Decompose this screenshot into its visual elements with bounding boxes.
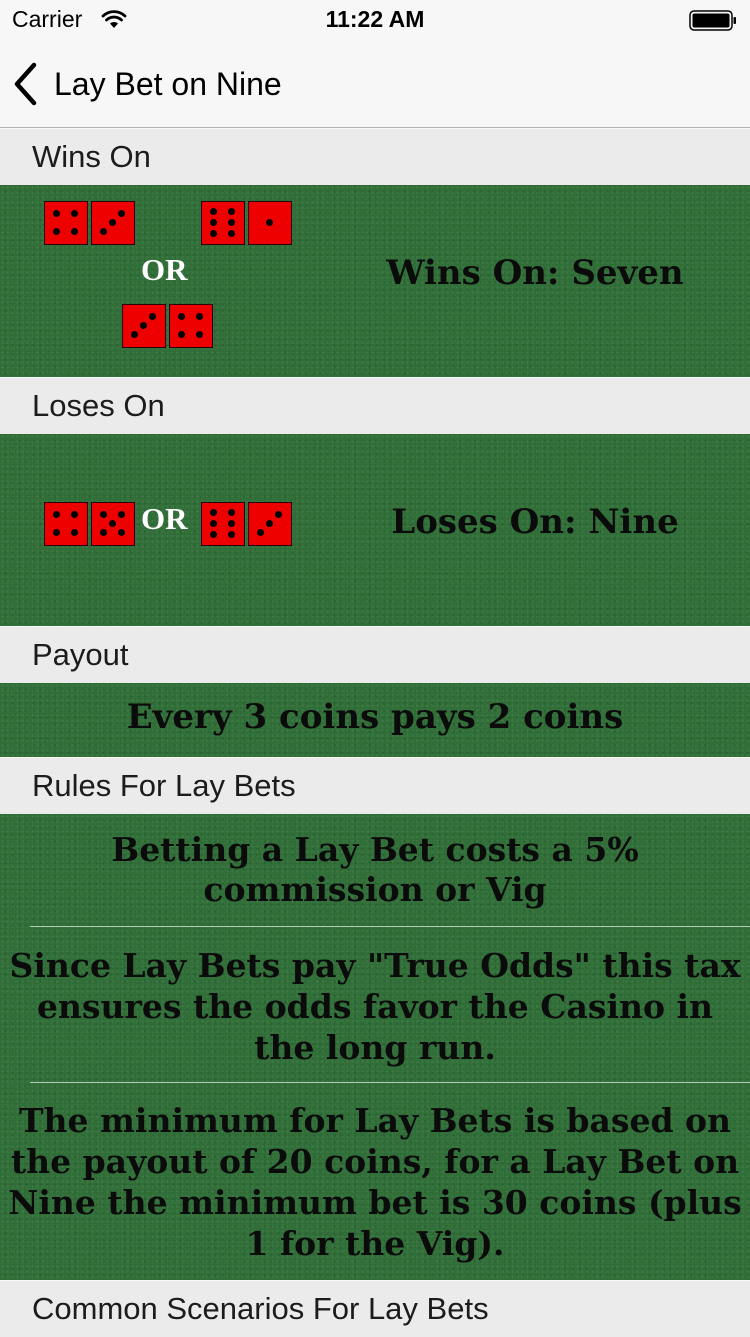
or-label: OR bbox=[141, 252, 188, 287]
die-pip bbox=[228, 531, 236, 539]
die-pip bbox=[256, 529, 264, 537]
die-pip bbox=[71, 510, 79, 518]
die-pip bbox=[209, 207, 217, 215]
rules-panel: Betting a Lay Bet costs a 5% commission … bbox=[0, 814, 750, 1280]
die-pip bbox=[275, 510, 283, 518]
die-face-4 bbox=[44, 502, 88, 546]
status-time: 11:22 AM bbox=[325, 6, 425, 32]
die-pip bbox=[149, 312, 157, 320]
page-title: Lay Bet on Nine bbox=[54, 65, 282, 102]
die-pip bbox=[52, 529, 60, 537]
die-pip bbox=[99, 510, 107, 518]
die-face-6 bbox=[201, 201, 245, 245]
die-pip bbox=[71, 209, 79, 217]
navigation-bar: Lay Bet on Nine bbox=[0, 40, 750, 128]
die-pip bbox=[52, 209, 60, 217]
die-pip bbox=[118, 510, 126, 518]
die-pip bbox=[209, 508, 217, 516]
die-pip bbox=[109, 219, 116, 226]
die-pip bbox=[228, 207, 236, 215]
section-header-loses-on: Loses On bbox=[0, 378, 750, 434]
section-header-common-scenarios: Common Scenarios For Lay Bets bbox=[0, 1281, 750, 1337]
loses-on-panel: OR Loses On: Nine bbox=[0, 434, 750, 626]
battery-icon bbox=[689, 10, 736, 31]
die-pip bbox=[196, 331, 204, 339]
die-pip bbox=[118, 529, 126, 537]
die-pip bbox=[228, 230, 236, 238]
die-pip bbox=[71, 529, 79, 537]
die-face-4 bbox=[169, 304, 213, 348]
payout-text: Every 3 coins pays 2 coins bbox=[126, 697, 624, 737]
die-pip bbox=[266, 520, 273, 527]
loses-on-result: Loses On: Nine bbox=[391, 502, 679, 542]
rule-divider bbox=[30, 1082, 750, 1083]
or-label: OR bbox=[141, 501, 188, 536]
die-face-3 bbox=[122, 304, 166, 348]
die-pip bbox=[228, 520, 236, 527]
die-pip bbox=[130, 331, 138, 339]
die-pip bbox=[99, 228, 107, 236]
rule-item: Since Lay Bets pay "True Odds" this tax … bbox=[9, 946, 741, 1067]
chevron-left-icon[interactable] bbox=[10, 61, 40, 107]
die-face-6 bbox=[201, 502, 245, 546]
die-pip bbox=[99, 529, 107, 537]
payout-panel: Every 3 coins pays 2 coins bbox=[0, 683, 750, 757]
die-pip bbox=[228, 219, 236, 226]
rule-divider bbox=[30, 926, 750, 927]
wins-on-panel: OR Wins On: Seven bbox=[0, 185, 750, 377]
die-face-1 bbox=[248, 201, 292, 245]
die-pip bbox=[228, 508, 236, 516]
die-pip bbox=[209, 230, 217, 238]
die-pip bbox=[140, 322, 147, 329]
back-button[interactable]: Lay Bet on Nine bbox=[10, 58, 282, 110]
rule-item: Betting a Lay Bet costs a 5% commission … bbox=[111, 830, 639, 909]
die-pip bbox=[118, 209, 126, 217]
die-pip bbox=[209, 219, 217, 226]
die-face-3 bbox=[248, 502, 292, 546]
die-face-5 bbox=[91, 502, 135, 546]
die-face-4 bbox=[44, 201, 88, 245]
die-pip bbox=[209, 531, 217, 539]
section-header-payout: Payout bbox=[0, 627, 750, 683]
section-header-rules: Rules For Lay Bets bbox=[0, 758, 750, 814]
die-pip bbox=[52, 510, 60, 518]
die-pip bbox=[209, 520, 217, 527]
die-pip bbox=[196, 312, 204, 320]
die-pip bbox=[52, 228, 60, 236]
die-pip bbox=[177, 331, 185, 339]
die-pip bbox=[177, 312, 185, 320]
die-face-3 bbox=[91, 201, 135, 245]
rule-item: The minimum for Lay Bets is based on the… bbox=[8, 1101, 742, 1263]
wins-on-result: Wins On: Seven bbox=[386, 253, 684, 293]
die-pip bbox=[109, 520, 116, 527]
section-header-wins-on: Wins On bbox=[0, 129, 750, 185]
die-pip bbox=[71, 228, 79, 236]
die-pip bbox=[266, 219, 273, 226]
status-bar: Carrier 11:22 AM bbox=[0, 0, 750, 40]
